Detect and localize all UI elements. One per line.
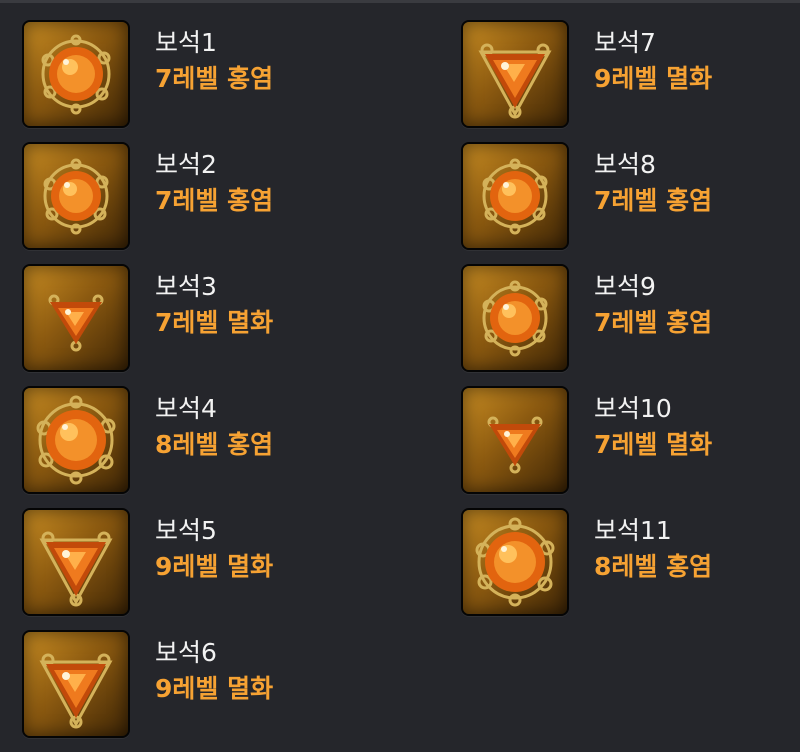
gem-item[interactable]: 보석6 9레벨 멸화 (22, 630, 362, 752)
destruction-gem-triangle-icon (478, 43, 552, 119)
gem-level-type: 7레벨 멸화 (155, 308, 274, 337)
gem-name: 보석9 (594, 272, 656, 301)
gem-slot[interactable] (461, 508, 569, 616)
gem-name: 보석11 (594, 516, 672, 545)
gem-level-type: 8레벨 홍염 (594, 552, 713, 581)
gem-item[interactable]: 보석7 9레벨 멸화 (461, 20, 800, 142)
gem-level-type: 8레벨 홍염 (155, 430, 274, 459)
gem-slot[interactable] (22, 386, 130, 494)
gem-name: 보석7 (594, 28, 656, 57)
gem-slot[interactable] (461, 142, 569, 250)
gem-name: 보석2 (155, 150, 217, 179)
gem-list-panel: 보석1 7레벨 홍염 보석2 7레벨 홍염 보석3 7레벨 멸화 보석4 8레벨… (0, 0, 800, 741)
flame-gem-round-icon (43, 158, 109, 235)
destruction-gem-triangle-icon (39, 653, 113, 729)
gem-slot[interactable] (22, 630, 130, 738)
gem-level-type: 7레벨 홍염 (155, 186, 274, 215)
gem-name: 보석6 (155, 638, 217, 667)
gem-slot[interactable] (22, 20, 130, 128)
gem-name: 보석5 (155, 516, 217, 545)
gem-slot[interactable] (461, 386, 569, 494)
gem-item[interactable]: 보석2 7레벨 홍염 (22, 142, 362, 264)
gem-item[interactable]: 보석4 8레벨 홍염 (22, 386, 362, 508)
gem-slot[interactable] (22, 508, 130, 616)
gem-item[interactable]: 보석10 7레벨 멸화 (461, 386, 800, 508)
gem-name: 보석3 (155, 272, 217, 301)
flame-gem-round-icon (482, 280, 548, 357)
gem-item[interactable]: 보석1 7레벨 홍염 (22, 20, 362, 142)
flame-gem-round-icon (482, 158, 548, 235)
flame-gem-round-icon (36, 395, 116, 485)
gem-item[interactable]: 보석11 8레벨 홍염 (461, 508, 800, 630)
gem-level-type: 7레벨 멸화 (594, 430, 713, 459)
destruction-gem-triangle-icon (48, 294, 104, 352)
destruction-gem-triangle-icon (39, 531, 113, 607)
gem-level-type: 9레벨 멸화 (155, 674, 274, 703)
flame-gem-round-icon (475, 517, 555, 607)
gem-slot[interactable] (461, 20, 569, 128)
gem-name: 보석8 (594, 150, 656, 179)
gem-item[interactable]: 보석3 7레벨 멸화 (22, 264, 362, 386)
gem-level-type: 9레벨 멸화 (155, 552, 274, 581)
flame-gem-round-icon (41, 34, 111, 115)
gem-level-type: 7레벨 홍염 (594, 308, 713, 337)
gem-slot[interactable] (22, 142, 130, 250)
destruction-gem-triangle-icon (487, 416, 543, 474)
gem-slot[interactable] (22, 264, 130, 372)
gem-slot[interactable] (461, 264, 569, 372)
gem-name: 보석10 (594, 394, 672, 423)
gem-name: 보석1 (155, 28, 217, 57)
gem-level-type: 7레벨 홍염 (594, 186, 713, 215)
gem-level-type: 7레벨 홍염 (155, 64, 274, 93)
gem-item[interactable]: 보석5 9레벨 멸화 (22, 508, 362, 630)
gem-level-type: 9레벨 멸화 (594, 64, 713, 93)
gem-item[interactable]: 보석8 7레벨 홍염 (461, 142, 800, 264)
gem-name: 보석4 (155, 394, 217, 423)
gem-item[interactable]: 보석9 7레벨 홍염 (461, 264, 800, 386)
gem-column-right: 보석7 9레벨 멸화 보석8 7레벨 홍염 보석9 7레벨 홍염 보석10 7레… (461, 20, 800, 630)
gem-column-left: 보석1 7레벨 홍염 보석2 7레벨 홍염 보석3 7레벨 멸화 보석4 8레벨… (22, 20, 362, 752)
